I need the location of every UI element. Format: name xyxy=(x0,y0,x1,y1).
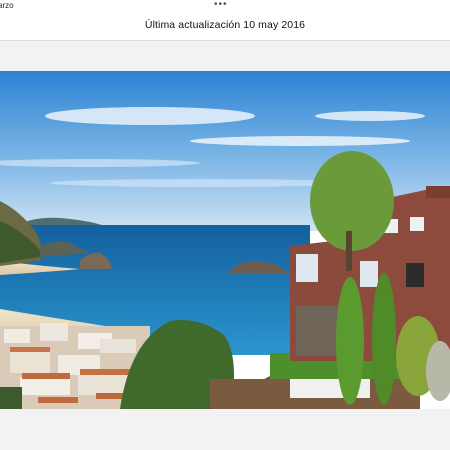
bottom-band xyxy=(0,409,450,450)
ellipsis-icon[interactable]: ••• xyxy=(214,0,228,11)
page-title: Última actualización 10 may 2016 xyxy=(144,19,306,31)
spacer-band xyxy=(0,41,450,71)
property-photo[interactable] xyxy=(0,71,450,409)
top-bar: arzo ••• Última actualización 10 may 201… xyxy=(0,0,450,41)
truncated-label: arzo xyxy=(0,1,14,10)
